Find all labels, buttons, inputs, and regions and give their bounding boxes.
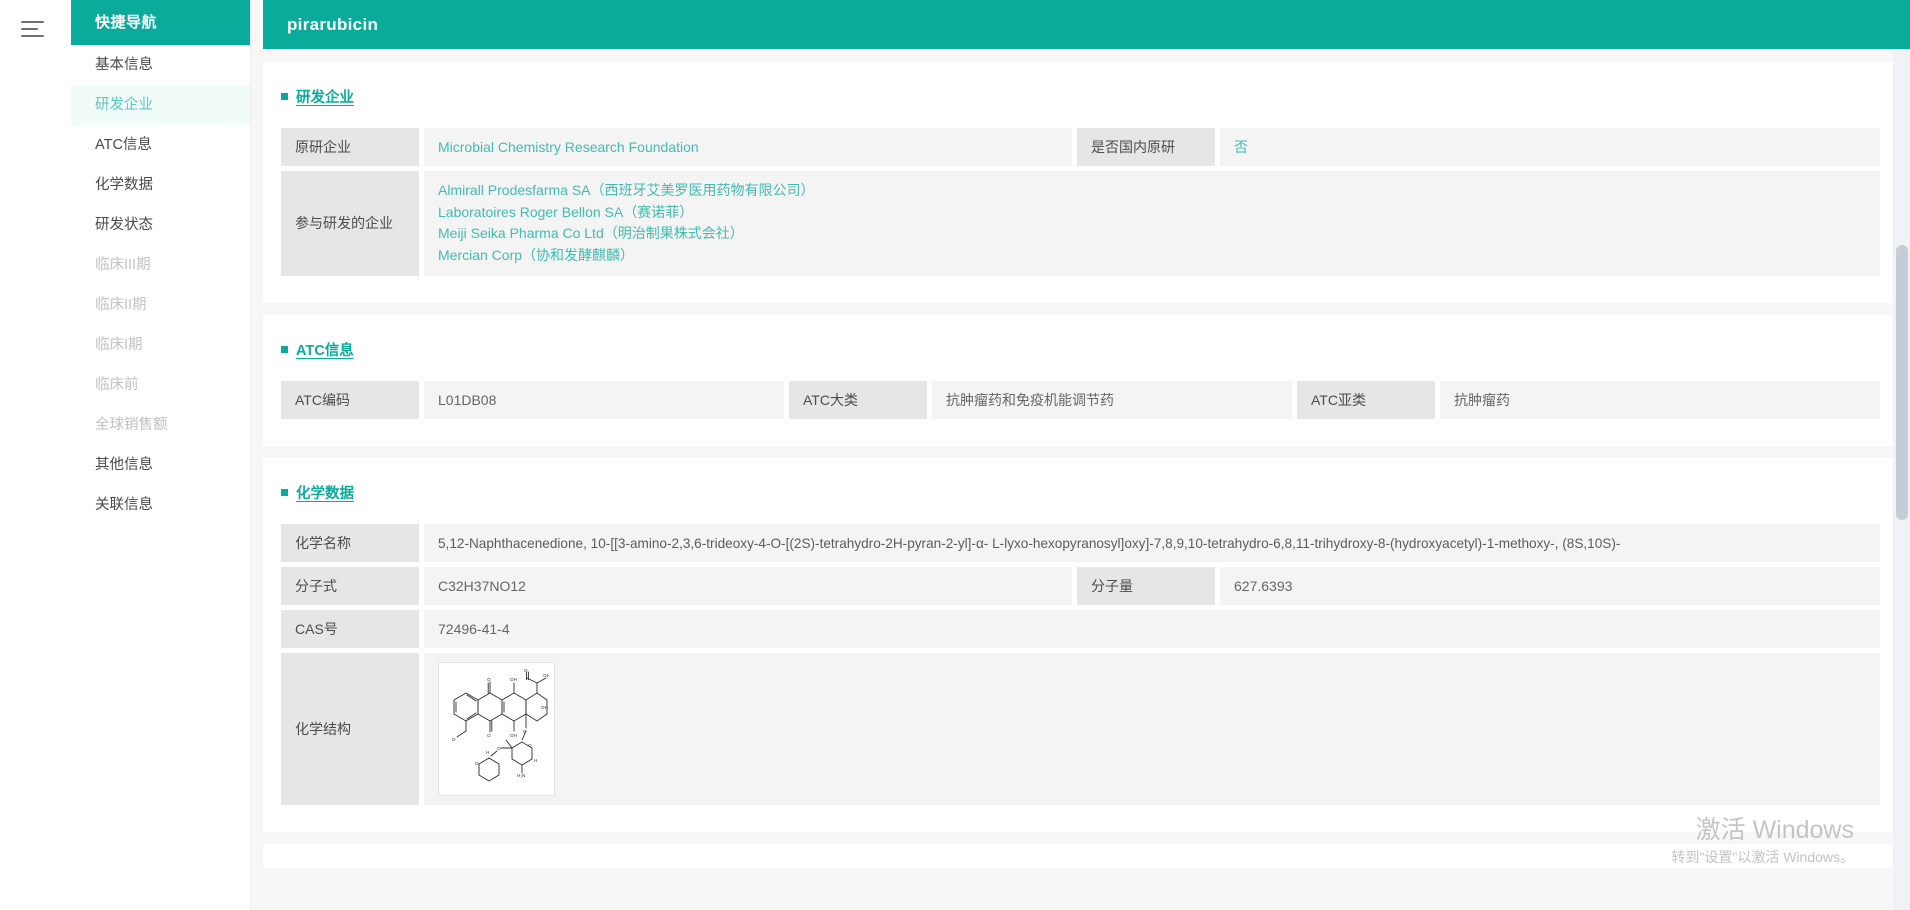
bullet-icon [281,345,288,353]
sidebar-item-4[interactable]: 研发状态 [71,205,250,245]
atc-sub-value: 抗肿瘤药 [1440,380,1880,419]
originator-link[interactable]: Microbial Chemistry Research Foundation [438,139,699,155]
atom-label: OH [543,673,549,678]
table-row: 化学结构 O O OH OH O O OH OH O O H H₂N O H O [281,652,1880,805]
sidebar-item-7: 临床I期 [95,337,143,353]
atom-label: H₂N [517,773,525,778]
content-scrollbar-thumb[interactable] [1896,245,1908,520]
hamburger-icon[interactable] [21,21,44,38]
table-row: ATC编码 L01DB08 ATC大类 抗肿瘤药和免疫机能调节药 ATC亚类 抗… [281,380,1880,419]
atc-major-label: ATC大类 [789,380,927,419]
sidebar-item-0[interactable]: 基本信息 [71,45,250,85]
atom-label: O [475,761,479,766]
next-section-clipped [263,843,1898,868]
bullet-icon [281,93,288,100]
atom-label: O [497,746,501,751]
quick-nav-sidebar: 快捷导航 基本信息 研发企业 ATC信息 化学数据 研发状态临床III期 临床II期临床I… [71,0,251,910]
hamburger-bar [21,21,44,23]
cas-value: 72496-41-4 [424,609,1880,648]
atom-label: O [523,729,527,734]
bullet-icon [281,488,288,496]
sidebar-item-2[interactable]: ATC信息 [71,125,250,165]
atom-label: OH [510,733,517,738]
atc-major-value: 抗肿瘤药和免疫机能调节药 [932,380,1292,419]
top-header-bar: pirarubicin [263,0,1910,49]
weight-label: 分子量 [1077,566,1215,605]
atom-label: OH [541,705,548,710]
atc-table: ATC编码 L01DB08 ATC大类 抗肿瘤药和免疫机能调节药 ATC亚类 抗… [281,376,1880,424]
sidebar-nav-list: 基本信息 研发企业 ATC信息 化学数据 研发状态临床III期 临床II期临床I期临床前全… [71,45,250,525]
sidebar-item-6: 临床II期 [95,297,147,313]
structure-label: 化学结构 [281,652,419,805]
chemical-table: 化学名称 5,12-Naphthacenedione, 10-[[3-amino… [281,519,1880,810]
table-row: 化学名称 5,12-Naphthacenedione, 10-[[3-amino… [281,523,1880,562]
section-atc: ATC信息 ATC编码 L01DB08 ATC大类 抗肿瘤药和免疫机能调节药 A… [263,314,1898,446]
sidebar-item-8: 临床前 [95,377,139,393]
originator-value[interactable]: Microbial Chemistry Research Foundation [424,128,1072,166]
left-rail [0,0,71,910]
sidebar-title: 快捷导航 [71,0,250,45]
participant-company-link[interactable]: Almirall Prodesfarma SA（西班牙艾美罗医用药物有限公司） [438,180,1866,202]
atc-sub-label: ATC亚类 [1297,380,1435,419]
participants-value: Almirall Prodesfarma SA（西班牙艾美罗医用药物有限公司） L… [424,171,1880,276]
domestic-originator-label: 是否国内原研 [1077,128,1215,166]
atom-label: O [524,668,528,673]
chem-name-text: 5,12-Naphthacenedione, 10-[[3-amino-2,3,… [438,535,1621,551]
originator-label: 原研企业 [281,128,419,166]
table-row: 原研企业 Microbial Chemistry Research Founda… [281,128,1880,166]
rd-company-table: 原研企业 Microbial Chemistry Research Founda… [281,123,1880,281]
atc-code-value: L01DB08 [424,380,784,419]
section-header-chemical: 化学数据 [281,458,1880,519]
structure-diagram: O O OH OH O O OH OH O O H H₂N O H O [452,668,549,782]
chem-name-label: 化学名称 [281,523,419,562]
table-row: 参与研发的企业 Almirall Prodesfarma SA（西班牙艾美罗医用… [281,171,1880,276]
hamburger-bar [21,28,38,30]
atom-label: O [452,737,456,742]
weight-value: 627.6393 [1220,566,1880,605]
domestic-originator-value: 否 [1220,128,1880,166]
sidebar-item-3[interactable]: 化学数据 [71,165,250,205]
formula-label: 分子式 [281,566,419,605]
section-chemical-data: 化学数据 化学名称 5,12-Naphthacenedione, 10-[[3-… [263,457,1898,832]
main-content-scroll[interactable]: 研发企业 原研企业 Microbial Chemistry Research F… [251,0,1910,910]
chem-name-value: 5,12-Naphthacenedione, 10-[[3-amino-2,3,… [424,523,1880,562]
section-header-rd-company: 研发企业 [281,62,1880,123]
atom-label: OH [510,677,517,682]
chemical-structure-image[interactable]: O O OH OH O O OH OH O O H H₂N O H O [438,661,555,796]
hamburger-bar [21,35,44,37]
section-header-atc: ATC信息 [281,315,1880,376]
sidebar-item-5: 临床III期 [95,257,151,273]
formula-value: C32H37NO12 [424,566,1072,605]
participant-company-link[interactable]: Laboratoires Roger Bellon SA（赛诺菲） [438,202,1866,224]
atc-code-label: ATC编码 [281,380,419,419]
table-row: CAS号 72496-41-4 [281,609,1880,648]
structure-value: O O OH OH O O OH OH O O H H₂N O H O [424,652,1880,805]
table-row: 分子式 C32H37NO12 分子量 627.6393 [281,566,1880,605]
sidebar-item-11[interactable]: 关联信息 [71,485,250,525]
participants-label: 参与研发的企业 [281,171,419,276]
section-title: ATC信息 [296,342,354,359]
content-scrollbar-track[interactable] [1893,49,1910,910]
cas-label: CAS号 [281,609,419,648]
atom-label: O [487,677,491,682]
atom-label: O [528,743,532,748]
sidebar-item-9: 全球销售额 [95,417,168,433]
page-title: pirarubicin [287,15,379,34]
participant-company-link[interactable]: Mercian Corp（协和发酵麒麟） [438,245,1866,267]
participant-company-list: Almirall Prodesfarma SA（西班牙艾美罗医用药物有限公司） L… [438,180,1866,267]
atom-label: H [486,750,489,755]
section-rd-company: 研发企业 原研企业 Microbial Chemistry Research F… [263,62,1898,303]
sidebar-item-10[interactable]: 其他信息 [71,445,250,485]
section-title: 化学数据 [296,485,354,502]
participant-company-link[interactable]: Meiji Seika Pharma Co Ltd（明治制果株式会社） [438,223,1866,245]
atom-label: O [487,733,491,738]
sidebar-item-1[interactable]: 研发企业 [71,85,250,125]
section-title: 研发企业 [296,90,354,106]
atom-label: H [534,758,537,763]
